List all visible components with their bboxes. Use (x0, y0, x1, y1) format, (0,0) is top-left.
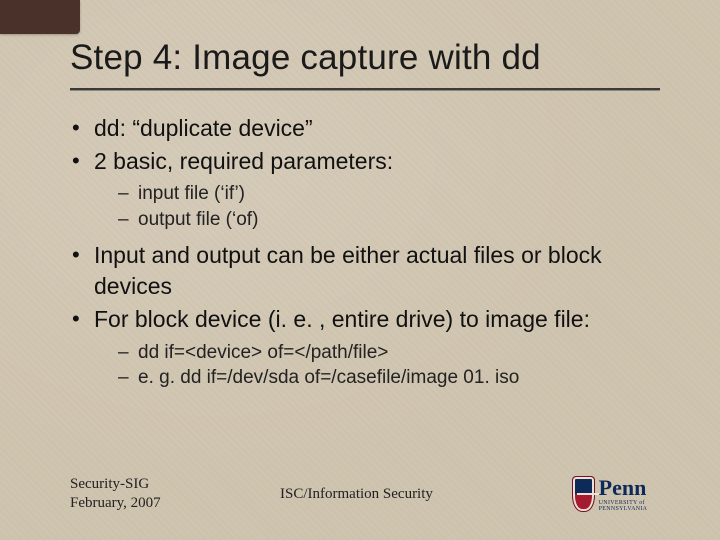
penn-logo: Penn UNIVERSITY of PENNSYLVANIA (572, 474, 670, 514)
logo-text: Penn (599, 477, 670, 499)
footer-left: Security-SIG February, 2007 (70, 475, 270, 513)
slide-footer: Security-SIG February, 2007 ISC/Informat… (70, 474, 670, 514)
bullet-text: For block device (i. e. , entire drive) … (94, 306, 590, 332)
list-item: For block device (i. e. , entire drive) … (70, 304, 670, 390)
slide-content: Step 4: Image capture with dd dd: “dupli… (0, 0, 720, 540)
footer-center: ISC/Information Security (270, 486, 572, 503)
list-item: 2 basic, required parameters: input file… (70, 146, 670, 232)
bullet-text: output file (‘of) (138, 209, 258, 230)
title-divider (70, 88, 660, 91)
list-item: input file (‘if’) (118, 181, 670, 207)
list-item: e. g. dd if=/dev/sda of=/casefile/image … (118, 365, 670, 391)
sub-list: dd if=<device> of=</path/file> e. g. dd … (94, 340, 670, 391)
list-item: dd if=<device> of=</path/file> (118, 340, 670, 366)
bullet-text: input file (‘if’) (138, 183, 245, 204)
bullet-text: e. g. dd if=/dev/sda of=/casefile/image … (138, 367, 519, 388)
logo-subtext: UNIVERSITY of PENNSYLVANIA (599, 500, 670, 512)
bullet-text: dd: “duplicate device” (94, 115, 313, 141)
bullet-text: 2 basic, required parameters: (94, 148, 393, 174)
shield-icon (572, 476, 595, 512)
bullet-text: dd if=<device> of=</path/file> (138, 342, 388, 363)
list-item: Input and output can be either actual fi… (70, 240, 670, 302)
list-item: dd: “duplicate device” (70, 113, 670, 144)
list-item: output file (‘of) (118, 207, 670, 233)
slide-title: Step 4: Image capture with dd (70, 38, 670, 78)
bullet-text: Input and output can be either actual fi… (94, 242, 602, 299)
bullet-list: dd: “duplicate device” 2 basic, required… (70, 113, 670, 391)
logo-text-wrap: Penn UNIVERSITY of PENNSYLVANIA (599, 477, 670, 512)
sub-list: input file (‘if’) output file (‘of) (94, 181, 670, 232)
footer-date: February, 2007 (70, 494, 270, 513)
footer-org: Security-SIG (70, 475, 270, 494)
